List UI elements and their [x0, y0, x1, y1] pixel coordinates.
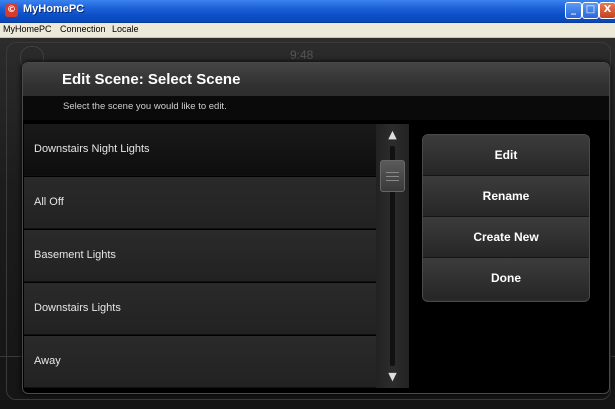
dialog-subtitle: Select the scene you would like to edit.	[63, 101, 227, 112]
scroll-thumb[interactable]	[380, 160, 405, 192]
rename-button[interactable]: Rename	[423, 176, 589, 217]
dialog-header: Edit Scene: Select Scene Select the scen…	[23, 63, 609, 120]
edit-button[interactable]: Edit	[423, 135, 589, 176]
minimize-button[interactable]: _	[565, 2, 582, 19]
menu-bar: MyHomePC Connection Locale	[0, 23, 615, 38]
scene-label: Downstairs Night Lights	[34, 143, 150, 155]
scene-label: Basement Lights	[34, 249, 116, 261]
scene-list-item[interactable]: All Off	[24, 177, 376, 229]
scene-label: All Off	[34, 196, 64, 208]
scroll-down-arrow-icon[interactable]: ▼	[376, 366, 409, 388]
title-bar[interactable]: © MyHomePC _ □ X	[0, 0, 615, 23]
scroll-up-arrow-icon[interactable]: ▲	[376, 124, 409, 146]
scene-label: Away	[34, 355, 61, 367]
close-button[interactable]: X	[599, 2, 615, 19]
app-window: © MyHomePC _ □ X MyHomePC Connection Loc…	[0, 0, 615, 409]
window-title: MyHomePC	[23, 3, 85, 15]
done-button[interactable]: Done	[423, 258, 589, 299]
edit-scene-dialog: Edit Scene: Select Scene Select the scen…	[22, 62, 610, 394]
dialog-subtitle-bar: Select the scene you would like to edit.	[23, 96, 609, 120]
menu-locale[interactable]: Locale	[112, 24, 139, 34]
dialog-title: Edit Scene: Select Scene	[62, 71, 241, 88]
scene-list-item[interactable]: Downstairs Lights	[24, 283, 376, 335]
app-logo-icon: ©	[5, 4, 18, 17]
scene-label: Downstairs Lights	[34, 302, 121, 314]
menu-myhomepc[interactable]: MyHomePC	[3, 24, 52, 34]
background-clock: 9:48	[290, 48, 314, 62]
scene-list: Downstairs Night Lights All Off Basement…	[24, 124, 376, 388]
create-new-button[interactable]: Create New	[423, 217, 589, 258]
scene-list-scrollbar[interactable]: ▲ ▼	[376, 124, 409, 388]
scene-list-item[interactable]: Downstairs Night Lights	[24, 124, 376, 176]
action-button-panel: Edit Rename Create New Done	[422, 134, 590, 302]
menu-connection[interactable]: Connection	[60, 24, 106, 34]
scene-list-item[interactable]: Basement Lights	[24, 230, 376, 282]
maximize-button[interactable]: □	[582, 2, 599, 19]
scene-list-item[interactable]: Away	[24, 336, 376, 388]
